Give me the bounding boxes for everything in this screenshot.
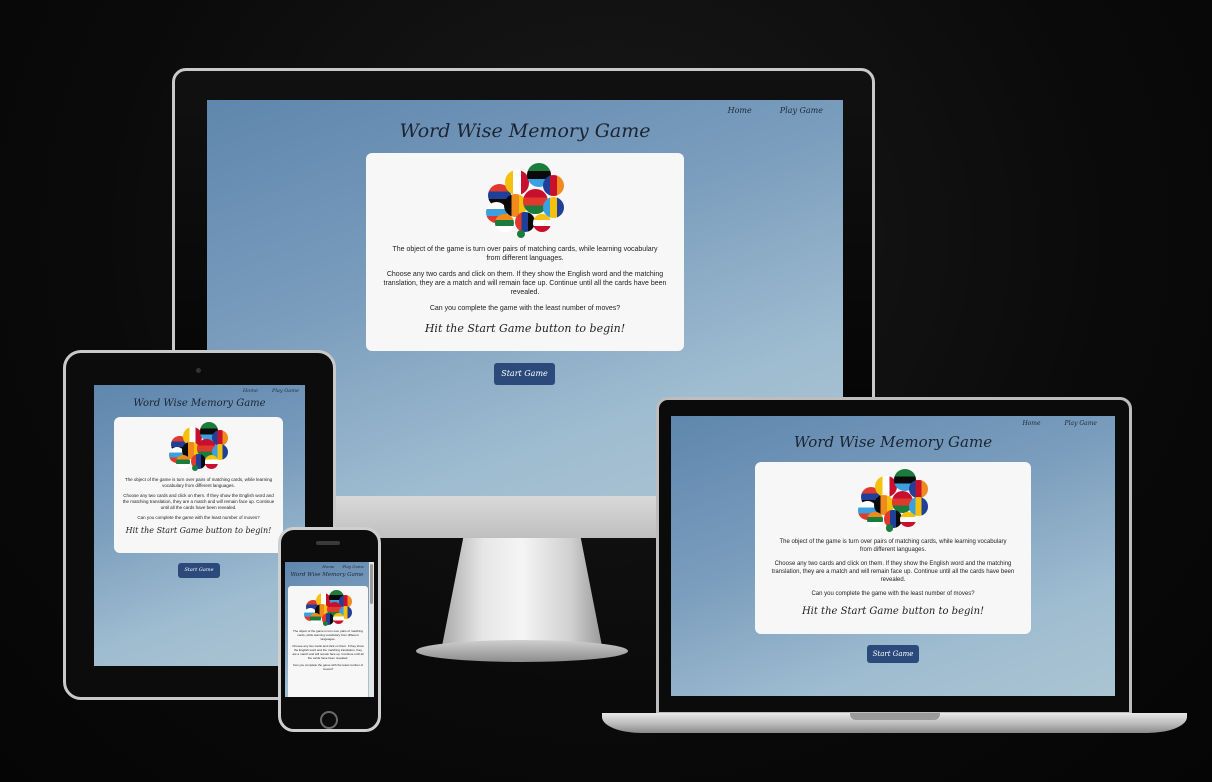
phone-scrollbar[interactable]	[369, 562, 374, 697]
flag-blob	[495, 214, 514, 233]
flag-blob	[533, 214, 552, 233]
nav-home-link[interactable]: Home	[728, 106, 752, 115]
phone-nav: Home Play Game	[322, 564, 364, 569]
instructions-text: Choose any two cards and click on them. …	[292, 644, 364, 660]
cloud-tail	[192, 465, 199, 472]
cta-text: Hit the Start Game button to begin!	[424, 322, 626, 335]
cloud-tail	[323, 620, 328, 626]
nav-play-link[interactable]: Play Game	[272, 388, 299, 394]
phone-screen: Home Play Game Word Wise Memory Game The…	[285, 562, 374, 697]
desktop-monitor-base	[416, 640, 628, 662]
nav-home-link[interactable]: Home	[322, 564, 334, 569]
flag-blob	[543, 175, 565, 197]
page-title: Word Wise Memory Game	[133, 398, 266, 409]
flag-blob	[867, 511, 883, 528]
nav-play-link[interactable]: Play Game	[780, 106, 823, 115]
question-text: Can you complete the game with the least…	[811, 591, 975, 597]
instructions-text: Choose any two cards and click on them. …	[383, 271, 667, 296]
start-game-button[interactable]: Start Game	[178, 563, 220, 578]
flag-blob	[504, 170, 530, 195]
page-title: Word Wise Memory Game	[399, 120, 651, 142]
flag-blob	[310, 613, 321, 625]
flag-cloud-illustration	[857, 468, 929, 532]
intro-card: The object of the game is turn over pair…	[755, 462, 1031, 634]
desktop-nav: Home Play Game	[728, 106, 823, 115]
intro-card: The object of the game is turn over pair…	[114, 417, 283, 553]
laptop-screen: Home Play Game Word Wise Memory Game The…	[671, 416, 1115, 696]
question-text: Can you complete the game with the least…	[429, 305, 621, 312]
start-game-button[interactable]: Start Game	[867, 645, 919, 663]
question-text: Can you complete the game with the least…	[137, 515, 260, 520]
laptop-nav: Home Play Game	[1022, 420, 1097, 427]
flag-blob	[900, 511, 917, 528]
intro-card: The object of the game is turn over pair…	[288, 586, 368, 697]
laptop-notch	[850, 713, 940, 720]
flag-cloud-illustration	[484, 161, 566, 239]
start-game-button[interactable]: Start Game	[494, 363, 555, 385]
cta-text: Hit the Start Game button to begin!	[801, 606, 985, 617]
flag-cloud-illustration	[303, 589, 353, 626]
cta-text: Hit the Start Game button to begin!	[125, 526, 272, 535]
cloud-tail	[885, 524, 893, 532]
tablet-screen: Home Play Game Word Wise Memory Game The…	[94, 385, 305, 666]
intro-text: The object of the game is turn over pair…	[392, 246, 658, 262]
intro-card: The object of the game is turn over pair…	[366, 153, 684, 351]
flag-blob	[515, 212, 535, 233]
instructions-text: Choose any two cards and click on them. …	[122, 493, 275, 510]
tablet-nav: Home Play Game	[243, 388, 299, 394]
intro-text: The object of the game is turn over pair…	[779, 539, 1007, 553]
flag-blob	[333, 613, 344, 625]
nav-home-link[interactable]: Home	[1022, 420, 1040, 427]
phone-home-button	[320, 711, 338, 729]
nav-play-link[interactable]: Play Game	[1065, 420, 1097, 427]
page-title: Word Wise Memory Game	[793, 433, 993, 451]
intro-text: The object of the game is turn over pair…	[292, 629, 364, 641]
flag-blob	[204, 455, 219, 469]
page-title: Word Wise Memory Game	[290, 572, 364, 578]
cloud-tail	[516, 229, 525, 238]
question-text: Can you complete the game with the least…	[292, 663, 364, 671]
phone-speaker	[316, 541, 340, 545]
intro-text: The object of the game is turn over pair…	[124, 477, 273, 488]
flag-cloud-illustration	[168, 421, 230, 472]
nav-play-link[interactable]: Play Game	[342, 564, 364, 569]
instructions-text: Choose any two cards and click on them. …	[771, 561, 1015, 583]
nav-home-link[interactable]: Home	[243, 388, 258, 394]
tablet-camera	[196, 368, 201, 373]
flag-blob	[176, 455, 190, 469]
